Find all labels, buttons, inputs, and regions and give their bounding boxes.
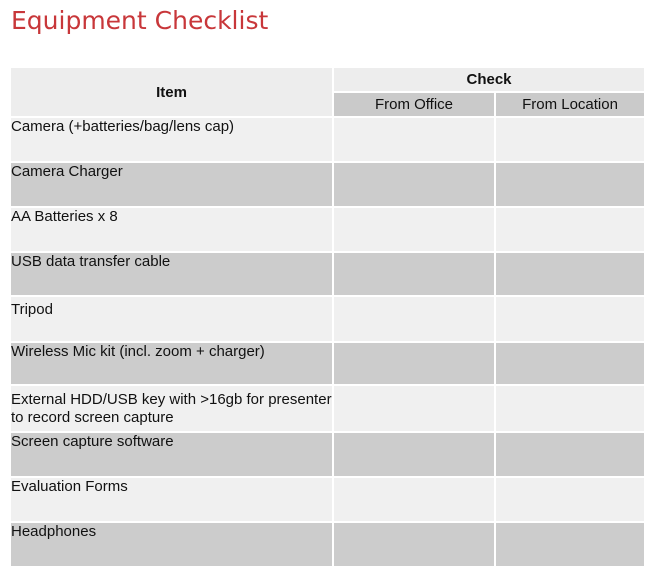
item-cell: Evaluation Forms: [9, 476, 334, 523]
check-cell-from-location[interactable]: [494, 341, 646, 386]
check-cell-from-location[interactable]: [494, 431, 646, 478]
column-header-check: Check: [332, 66, 646, 93]
header-row: Item Check: [9, 66, 646, 118]
column-header-from-office: From Office: [332, 91, 496, 118]
check-cell-from-office[interactable]: [332, 116, 496, 163]
item-cell: External HDD/USB key with >16gb for pres…: [9, 384, 334, 433]
check-cell-from-office[interactable]: [332, 251, 496, 297]
check-cell-from-location[interactable]: [494, 521, 646, 568]
table-row: AA Batteries x 8: [9, 206, 646, 253]
check-cell-from-office[interactable]: [332, 206, 496, 253]
column-header-from-location: From Location: [494, 91, 646, 118]
check-cell-from-office[interactable]: [332, 521, 496, 568]
item-cell: Camera Charger: [9, 161, 334, 208]
table-row: Tripod: [9, 295, 646, 343]
table-row: Wireless Mic kit (incl. zoom + charger): [9, 341, 646, 386]
table-row: External HDD/USB key with >16gb for pres…: [9, 384, 646, 433]
check-cell-from-office[interactable]: [332, 384, 496, 433]
item-cell: USB data transfer cable: [9, 251, 334, 297]
table-row: Evaluation Forms: [9, 476, 646, 523]
item-cell: Headphones: [9, 521, 334, 568]
item-cell: Wireless Mic kit (incl. zoom + charger): [9, 341, 334, 386]
check-cell-from-location[interactable]: [494, 476, 646, 523]
check-cell-from-location[interactable]: [494, 161, 646, 208]
table-row: Headphones: [9, 521, 646, 568]
check-cell-from-location[interactable]: [494, 116, 646, 163]
item-cell: Camera (+batteries/bag/lens cap): [9, 116, 334, 163]
table-row: Screen capture software: [9, 431, 646, 478]
equipment-checklist-table: Item Check From Office From Location Cam…: [9, 66, 646, 568]
item-cell: AA Batteries x 8: [9, 206, 334, 253]
check-cell-from-office[interactable]: [332, 341, 496, 386]
page-title: Equipment Checklist: [11, 6, 269, 35]
check-cell-from-location[interactable]: [494, 384, 646, 433]
check-cell-from-location[interactable]: [494, 251, 646, 297]
check-cell-from-office[interactable]: [332, 431, 496, 478]
check-cell-from-office[interactable]: [332, 295, 496, 343]
check-cell-from-location[interactable]: [494, 295, 646, 343]
check-cell-from-office[interactable]: [332, 476, 496, 523]
table-row: Camera (+batteries/bag/lens cap): [9, 116, 646, 163]
item-cell: Tripod: [9, 295, 334, 343]
check-cell-from-location[interactable]: [494, 206, 646, 253]
check-cell-from-office[interactable]: [332, 161, 496, 208]
item-cell: Screen capture software: [9, 431, 334, 478]
column-header-item: Item: [9, 66, 334, 118]
table-row: USB data transfer cable: [9, 251, 646, 297]
table-row: Camera Charger: [9, 161, 646, 208]
